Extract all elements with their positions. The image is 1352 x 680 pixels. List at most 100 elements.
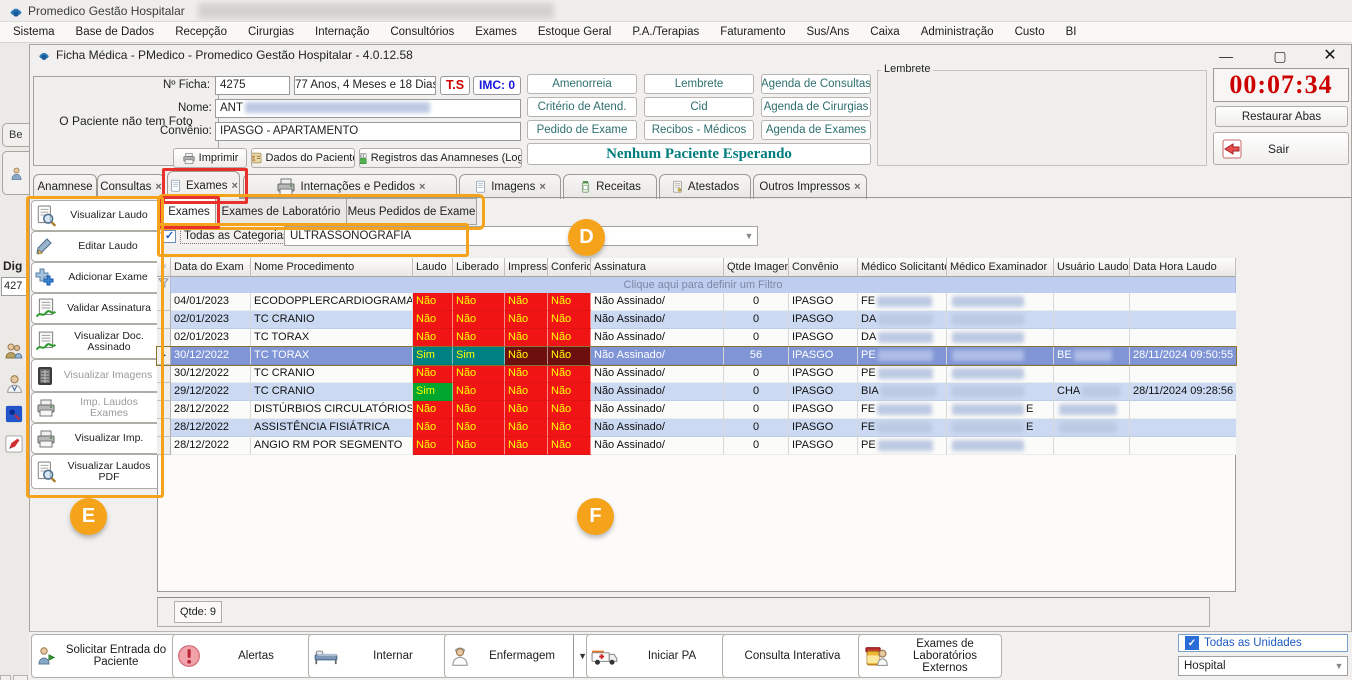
exam-row-tc-torax[interactable]: 02/01/2023TC TORAXNãoNãoNãoNãoNão Assina… [157, 329, 1236, 347]
exam-row-disturbios-circulatorios[interactable]: 28/12/2022DISTÚRBIOS CIRCULATÓRIOSNãoNão… [157, 401, 1236, 419]
tab-imagens[interactable]: Imagens× [459, 174, 561, 199]
column-header-impresso[interactable]: Impresso [505, 258, 548, 277]
quick-button-agenda-de-cirurgias[interactable]: Agenda de Cirurgias [761, 97, 871, 117]
tab-outros-impressos[interactable]: Outros Impressos× [753, 174, 867, 199]
tab-close-icon[interactable]: × [854, 181, 860, 193]
people-icon[interactable] [4, 341, 24, 361]
sidebar-button-visualizar-laudo[interactable]: Visualizar Laudo [31, 200, 162, 231]
menu-item-estoque-geral[interactable]: Estoque Geral [534, 24, 616, 40]
menu-item-p-a-terapias[interactable]: P.A./Terapias [628, 24, 703, 40]
minimize-button[interactable]: — [1206, 46, 1246, 66]
sidebar-button-visualizar-doc-assinado[interactable]: Visualizar Doc. Assinado [31, 324, 162, 359]
quick-button-pedido-de-exame[interactable]: Pedido de Exame [527, 120, 637, 140]
menu-item-cirurgias[interactable]: Cirurgias [244, 24, 298, 40]
background-tab[interactable]: Be [2, 123, 29, 147]
restore-tabs-button[interactable]: Restaurar Abas [1215, 106, 1348, 127]
sidebar-button-editar-laudo[interactable]: Editar Laudo [31, 231, 162, 262]
column-header-nome-procedimento[interactable]: Nome Procedimento [251, 258, 413, 277]
column-header-conferido[interactable]: Conferido [548, 258, 591, 277]
exam-row-ecodopplercardiograma[interactable]: 04/01/2023ECODOPPLERCARDIOGRAMANãoNãoNão… [157, 293, 1236, 311]
subtab-meus-pedidos-de-exame[interactable]: Meus Pedidos de Exame [346, 198, 477, 225]
unit-dropdown[interactable]: Hospital ▼ [1178, 656, 1348, 676]
blue-tool-icon[interactable] [5, 405, 23, 423]
column-header-laudo[interactable]: Laudo [413, 258, 453, 277]
column-header-liberado[interactable]: Liberado [453, 258, 505, 277]
menu-item-internacao[interactable]: Internação [311, 24, 373, 40]
convenio-field[interactable]: IPASGO - APARTAMENTO [215, 122, 521, 141]
exam-row-tc-cranio[interactable]: 02/01/2023TC CRANIONãoNãoNãoNãoNão Assin… [157, 311, 1236, 329]
column-header-data-hora-laudo[interactable]: Data Hora Laudo [1130, 258, 1236, 277]
patient-name-field[interactable]: ANT [215, 99, 521, 118]
menu-item-administracao[interactable]: Administração [917, 24, 998, 40]
bottom-button-solicitar-entrada-do-paciente[interactable]: Solicitar Entrada do Paciente [31, 634, 177, 678]
close-button[interactable]: ✕ [1310, 46, 1350, 66]
menu-item-base-de-dados[interactable]: Base de Dados [72, 24, 159, 40]
tab-internacoes-e-pedidos[interactable]: Internações e Pedidos× [243, 174, 457, 199]
bottom-button-alertas[interactable]: Alertas [172, 634, 312, 678]
sidebar-button-adicionar-exame[interactable]: Adicionar Exame [31, 262, 162, 293]
record-number-field[interactable]: 427 [1, 277, 29, 296]
column-header-usuario-laudo[interactable]: Usuário Laudo [1054, 258, 1130, 277]
menu-item-recepcao[interactable]: Recepção [171, 24, 231, 40]
bottom-button-exames-de-laboratorios-externos[interactable]: Exames de Laboratórios Externos [858, 634, 1002, 678]
exam-row-tc-torax[interactable]: ▸30/12/2022TC TORAXSimSimNãoNãoNão Assin… [157, 347, 1236, 365]
bottom-button-enfermagem[interactable]: Enfermagem▼ [444, 634, 592, 678]
subtab-exames[interactable]: Exames [162, 198, 216, 225]
tab-anamnese[interactable]: Anamnese [33, 174, 97, 199]
quick-button-agenda-de-exames[interactable]: Agenda de Exames [761, 120, 871, 140]
column-header-data-do-exam[interactable]: Data do Exam▼ [171, 258, 251, 277]
red-pen-icon[interactable] [5, 435, 23, 453]
quick-button-lembrete[interactable]: Lembrete [644, 74, 754, 94]
sidebar-button-visualizar-laudos-pdf[interactable]: Visualizar Laudos PDF [31, 454, 162, 489]
column-header-medico-solicitante[interactable]: Médico Solicitante [858, 258, 947, 277]
doctor-icon[interactable] [4, 373, 25, 395]
menu-item-sistema[interactable]: Sistema [9, 24, 59, 40]
tab-close-icon[interactable]: × [419, 181, 425, 193]
tab-close-icon[interactable]: × [155, 181, 161, 193]
patient-action-imprimir[interactable]: Imprimir [173, 148, 247, 168]
quick-button-agenda-de-consultas[interactable]: Agenda de Consultas [761, 74, 871, 94]
tab-receitas[interactable]: Receitas [563, 174, 657, 199]
tab-atestados[interactable]: Atestados [659, 174, 751, 199]
quick-button-cid[interactable]: Cid [644, 97, 754, 117]
quick-button-recibos-medicos[interactable]: Recibos - Médicos [644, 120, 754, 140]
menu-item-sus-ans[interactable]: Sus/Ans [802, 24, 853, 40]
background-tab-patient[interactable] [2, 151, 29, 195]
exam-row-angio-rm-por-segmento[interactable]: 28/12/2022ANGIO RM POR SEGMENTONãoNãoNão… [157, 437, 1236, 455]
category-dropdown[interactable]: ULTRASSONOGRAFIA ▼ [284, 226, 758, 246]
column-header-qtde-imagens[interactable]: Qtde Imagens [724, 258, 789, 277]
tab-close-icon[interactable]: × [232, 180, 238, 192]
exit-button[interactable]: Sair [1213, 132, 1349, 165]
all-categories-checkbox[interactable]: ✓ [163, 230, 176, 243]
sidebar-button-visualizar-imp[interactable]: Visualizar Imp. [31, 423, 162, 454]
exam-row-tc-cranio[interactable]: 29/12/2022TC CRANIOSimNãoNãoNãoNão Assin… [157, 383, 1236, 401]
menu-item-faturamento[interactable]: Faturamento [716, 24, 789, 40]
patient-action-dados-do-paciente[interactable]: Dados do Paciente [251, 148, 355, 168]
menu-item-consultorios[interactable]: Consultórios [386, 24, 458, 40]
menu-item-caixa[interactable]: Caixa [866, 24, 903, 40]
exam-row-tc-cranio[interactable]: 30/12/2022TC CRANIONãoNãoNãoNãoNão Assin… [157, 365, 1236, 383]
menu-item-exames[interactable]: Exames [471, 24, 521, 40]
bottom-button-iniciar-pa[interactable]: Iniciar PA [586, 634, 726, 678]
maximize-button[interactable]: ▢ [1260, 46, 1300, 66]
tab-consultas[interactable]: Consultas× [97, 174, 165, 199]
menu-item-bi[interactable]: BI [1062, 24, 1081, 40]
tab-exames[interactable]: Exames× [167, 171, 240, 199]
subtab-exames-de-laboratorio[interactable]: Exames de Laboratório [214, 198, 348, 225]
ficha-number-field[interactable]: 4275 [215, 76, 290, 95]
ts-button[interactable]: T.S [440, 76, 470, 95]
column-header-convenio[interactable]: Convênio [789, 258, 858, 277]
enfermagem-dropdown-arrow[interactable]: ▼ [573, 635, 587, 677]
imc-button[interactable]: IMC: 0 [473, 76, 521, 95]
sidebar-button-validar-assinatura[interactable]: Validar Assinatura [31, 293, 162, 324]
bottom-button-internar[interactable]: Internar [308, 634, 448, 678]
tab-close-icon[interactable]: × [539, 181, 545, 193]
patient-action-registros-das-anamneses-log[interactable]: ACTRegistros das Anamneses (Log) [359, 148, 522, 168]
column-header-medico-examinador[interactable]: Médico Examinador [947, 258, 1054, 277]
filter-row[interactable]: Clique aqui para definir um Filtro [171, 277, 1236, 293]
menu-item-custo[interactable]: Custo [1011, 24, 1049, 40]
all-units-checkbox-row[interactable]: ✓ Todas as Unidades [1178, 634, 1348, 652]
column-header-indicator[interactable]: ✳ [157, 258, 171, 277]
quick-button-amenorreia[interactable]: Amenorreia [527, 74, 637, 94]
column-header-assinatura[interactable]: Assinatura [591, 258, 724, 277]
